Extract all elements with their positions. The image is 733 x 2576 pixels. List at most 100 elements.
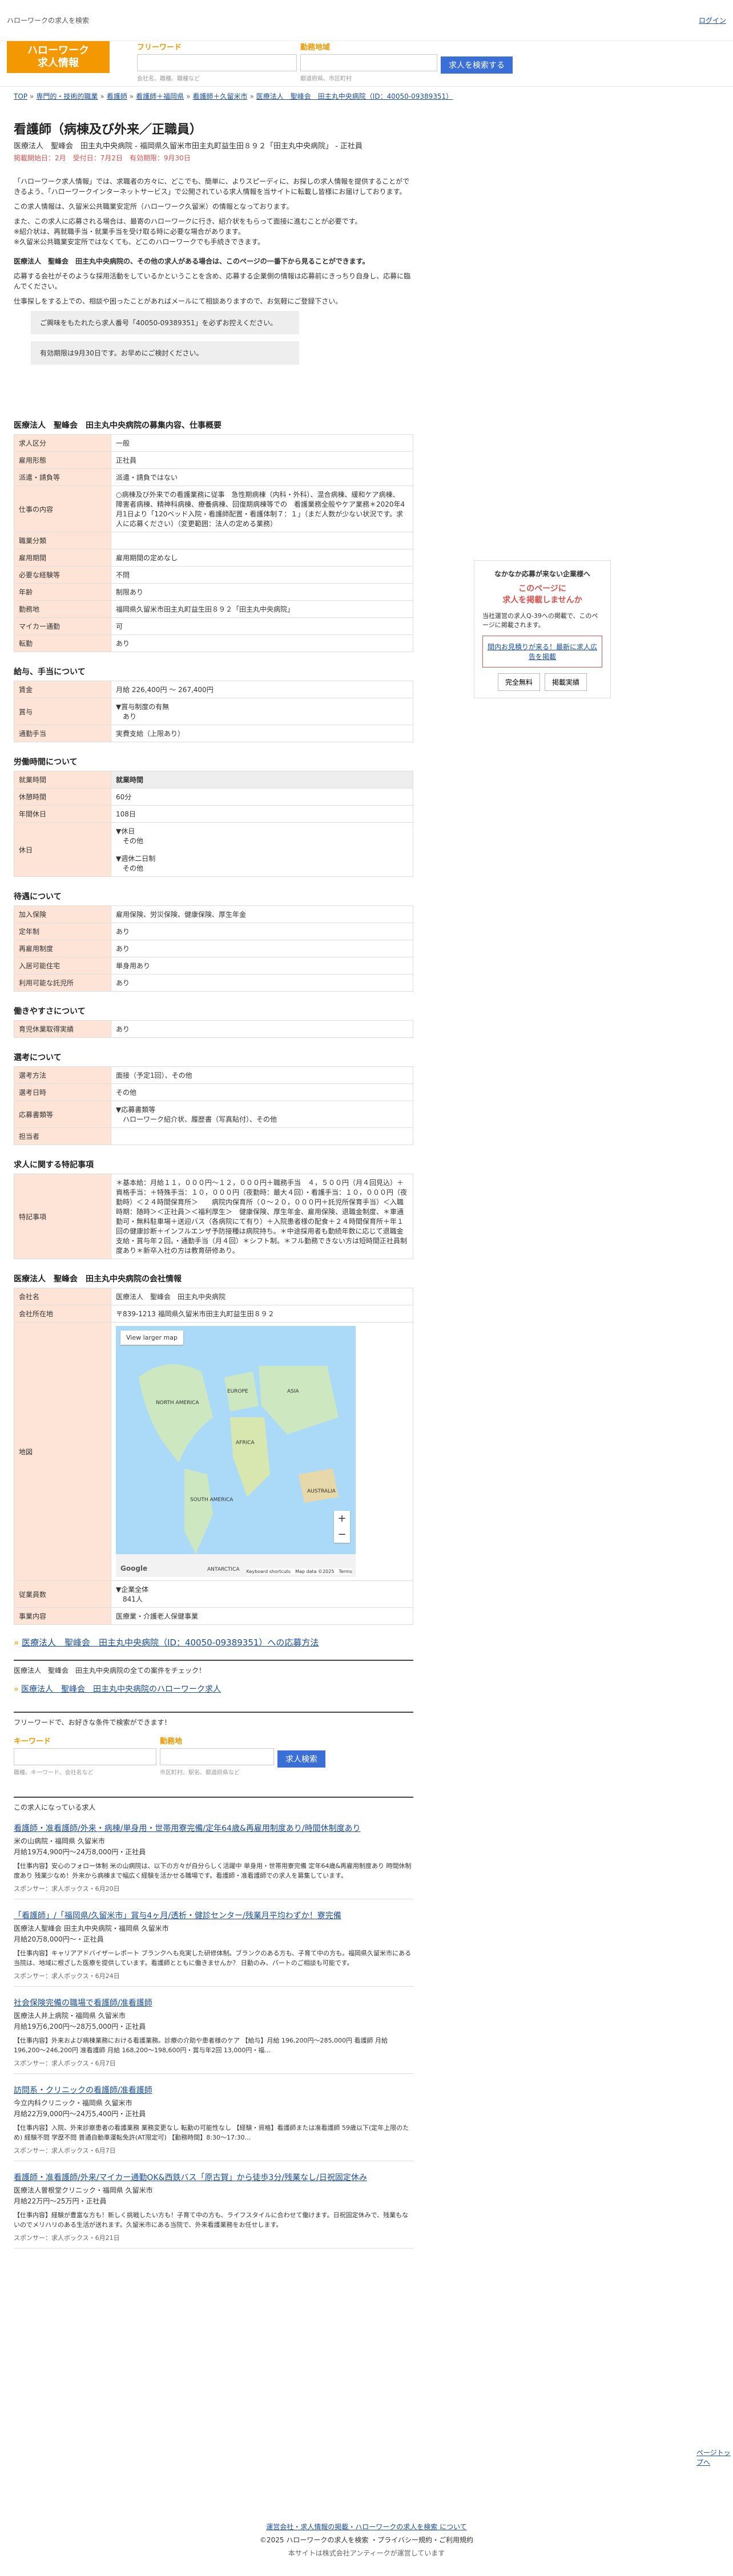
table-row: 仕事の内容 ○病棟及び外来での看護業務に従事 急性期病棟（内科・外科）、混合病棟、…	[14, 486, 413, 532]
table-row: 応募書類等 ▼応募書類等 ハローワーク紹介状、履歴書（写真貼付）、その他	[14, 1101, 413, 1128]
job-title: 看護師（病棟及び外来／正職員）	[14, 123, 203, 137]
table-row: 休憩時間 60分	[14, 788, 413, 806]
table-row: 年間休日 108日	[14, 805, 413, 823]
row-label: 入居可能住宅	[14, 957, 111, 974]
table-select: 選考方法 面接（予定1回）、その他 選考日時 その他 応募書類等 ▼応募書類等 ハローワー…	[14, 1066, 413, 1145]
map[interactable]: View larger map NORTH AMERICA EUROPE ASIA AF…	[116, 1326, 356, 1577]
section-select-title: 選考について	[14, 1053, 62, 1062]
row-value: 単身用あり	[111, 957, 413, 974]
location-hint: 都道府県、市区町村	[300, 76, 352, 82]
row-value: あり	[111, 940, 413, 957]
login-link[interactable]: ログイン	[699, 15, 726, 25]
search2-location-hint: 市区町村、駅名、都道府県など	[160, 1770, 240, 1776]
row-label: 特記事項	[14, 1174, 111, 1259]
related-job-item: 訪問系・クリニックの看護師/准看護師 今立内科クリニック・福岡県 久留米市 月給22…	[14, 2084, 413, 2161]
row-value: あり	[111, 923, 413, 940]
table-row: 求人区分 一般	[14, 434, 413, 452]
breadcrumb-item[interactable]: 看護師＋久留米市	[192, 92, 247, 100]
all-jobs-link[interactable]: 医療法人 聖峰会 田主丸中央病院のハローワーク求人	[21, 1685, 221, 1694]
row-value: 医療法人 聖峰会 田主丸中央病院	[111, 1288, 413, 1305]
keyword-input[interactable]	[137, 54, 297, 71]
zoom-in-icon[interactable]: +	[334, 1511, 350, 1527]
related-job-title[interactable]: 社会保険完備の職場で看護師/准看護師	[14, 1997, 413, 2008]
search2-heading: フリーワードで、お好きな条件で検索ができます！	[14, 1718, 171, 1726]
row-value: 月給 226,400円 〜 267,400円	[111, 681, 413, 698]
row-value: ○病棟及び外来での看護業務に従事 急性期病棟（内科・外科）、混合病棟、緩和ケア病…	[111, 486, 413, 532]
row-label: 休日	[14, 822, 111, 877]
row-value: ▼企業全体 841人	[111, 1580, 413, 1608]
table-hours: 就業時間 就業時間 休憩時間 60分 年間休日 108日 休日 ▼休日 その他 ▼週休二日制 …	[14, 771, 413, 877]
apply-method-link[interactable]: 医療法人 聖峰会 田主丸中央病院（ID：40050-09389351）への応募方…	[22, 1637, 319, 1648]
notice-p6: 医療法人 聖峰会 田主丸中央病院の、その他の求人がある場合は、このページの一番下…	[14, 257, 369, 265]
notice-p8: 仕事探しをする上での、相談や困ったことがあればメールにて相談ありますので、お気軽…	[14, 297, 343, 305]
pagetop-link[interactable]: ページトップへ	[696, 2448, 733, 2467]
related-job-company: 米の山病院・福岡県 久留米市	[14, 1837, 105, 1845]
side-link[interactable]: 間内お見積りが来る！最新に求人広告を掲載	[482, 636, 602, 668]
location-input[interactable]	[300, 54, 437, 71]
row-label: マイカー通勤	[14, 617, 111, 635]
breadcrumb-item[interactable]: 専門的・技術的職業	[36, 92, 98, 100]
search2-location-input[interactable]	[160, 1748, 274, 1765]
table-row: 通勤手当 実費支給（上限あり）	[14, 725, 413, 742]
side-ad: なかなか応募が来ない企業様へ このページに 求人を掲載しませんか 当社運営の求人…	[474, 560, 611, 698]
row-label: 賞与	[14, 698, 111, 725]
header: ハローワーク 求人情報 フリーワード 会社名、職種、職種など 勤務地域 都道府県…	[0, 41, 733, 87]
main-column: 看護師（病棟及び外来／正職員） 医療法人 聖峰会 田主丸中央病院 - 福岡県久留…	[14, 119, 413, 2249]
side-red: このページに 求人を掲載しませんか	[502, 584, 582, 605]
related-job-desc: 【仕事内容】経験が豊富な方も！新しく挑戦したい方も！子育て中の方も、ライフスタイ…	[14, 2211, 409, 2229]
table-row: 再雇用制度 あり	[14, 940, 413, 957]
map-view-larger[interactable]: View larger map	[120, 1331, 183, 1345]
section-easy-title: 働きやすさについて	[14, 1007, 86, 1016]
table-row: 選考日時 その他	[14, 1083, 413, 1101]
table-row: 事業内容 医療業・介護老人保健事業	[14, 1607, 413, 1625]
breadcrumb-sep: »	[129, 92, 134, 100]
related-job-title[interactable]: 看護師・准看護師/外来/マイカー通勤OK&西鉄バス「原古賀」から徒歩3分/残業な…	[14, 2171, 413, 2183]
section-basic-title: 医療法人 聖峰会 田主丸中央病院の募集内容、仕事概要	[14, 421, 221, 430]
related-job-salary: 月給19万4,900円〜24万8,000円・正社員	[14, 1848, 146, 1856]
world-map	[116, 1326, 356, 1577]
share-heading: 医療法人 聖峰会 田主丸中央病院の全ての案件をチェック！	[14, 1667, 206, 1675]
side-btn-free[interactable]: 完全無料	[497, 673, 540, 691]
related-job-title[interactable]: 訪問系・クリニックの看護師/准看護師	[14, 2084, 413, 2096]
breadcrumb-item[interactable]: 医療法人 聖峰会 田主丸中央病院（ID：40050-09389351）	[256, 92, 453, 100]
row-label: 利用可能な託児所	[14, 974, 111, 992]
row-value: 一般	[111, 434, 413, 452]
search-box-bottom: フリーワードで、お好きな条件で検索ができます！ キーワード 職種、キーワード、会…	[14, 1712, 413, 1776]
map-footer: Keyboard shortcuts Map data ©2025 Terms	[246, 1568, 352, 1575]
site-logo[interactable]: ハローワーク 求人情報	[7, 41, 110, 73]
related-job-sponsor: スポンサー：求人ボックス・6月7日	[14, 2060, 116, 2067]
header-search: フリーワード 会社名、職種、職種など 勤務地域 都道府県、市区町村 求人を検索す…	[137, 41, 513, 82]
page: TOP» 専門的・技術的職業» 看護師» 看護師＋福岡県» 看護師＋久留米市» 医療法人 …	[0, 87, 733, 2249]
row-label: 年間休日	[14, 805, 111, 823]
job-dates: 掲載開始日：2月 受付日：7月2日 有効期限：9月30日	[14, 154, 191, 162]
zoom-out-icon[interactable]: −	[334, 1527, 350, 1543]
table-row: 賃金 月給 226,400円 〜 267,400円	[14, 681, 413, 698]
logo-line2: 求人情報	[38, 57, 79, 69]
notice-p1: 「ハローワーク求人情報」では、求職者の方々に、どこでも、簡単に、よりスピーディに…	[14, 177, 410, 196]
row-label: 会社所在地	[14, 1305, 111, 1323]
breadcrumb-item[interactable]: 看護師＋福岡県	[136, 92, 184, 100]
footer-links[interactable]: 運営会社・求人情報の掲載・ハローワークの求人を検索 について	[266, 2523, 466, 2531]
related-job-item: 社会保険完備の職場で看護師/准看護師 医療法人井上病院・福岡県 久留米市 月給19万…	[14, 1997, 413, 2074]
notice-box-deadline: 有効期限は9月30日です。お早めにご検討ください。	[31, 341, 299, 365]
search2-keyword-input[interactable]	[14, 1748, 156, 1765]
row-value: 〒839-1213 福岡県久留米市田主丸町益生田８９２	[111, 1305, 413, 1323]
table-row: 雇用形態 正社員	[14, 451, 413, 469]
table-row: 利用可能な託児所 あり	[14, 974, 413, 992]
section-benefit-title: 待遇について	[14, 892, 62, 901]
breadcrumb-sep: »	[186, 92, 191, 100]
related-job-title[interactable]: 「看護師」/「福岡県/久留米市」賞与4ヶ月/透析・健診センター/残業月平均わずか…	[14, 1910, 413, 1921]
table-pay: 賃金 月給 226,400円 〜 267,400円 賞与 ▼賞与制度の有無 あり 通勤手…	[14, 681, 413, 742]
related-job-item: 看護師・准看護師/外来/マイカー通勤OK&西鉄バス「原古賀」から徒歩3分/残業な…	[14, 2171, 413, 2249]
breadcrumb-item[interactable]: 看護師	[107, 92, 127, 100]
notice-p5: ※久留米公共職業安定所ではなくても、どこのハローワークでも手続きできます。	[14, 238, 265, 246]
row-value: View larger map NORTH AMERICA EUROPE ASIA AF…	[111, 1322, 413, 1581]
side-btn-results[interactable]: 掲載実績	[545, 673, 587, 691]
search-button[interactable]: 求人を検索する	[441, 56, 513, 74]
breadcrumb-item[interactable]: TOP	[14, 92, 27, 100]
row-label: 担当者	[14, 1127, 111, 1145]
related-job-title[interactable]: 看護師・准看護師/外来・病棟/単身用・世帯用寮完備/定年64歳&再雇用制度あり/…	[14, 1822, 413, 1834]
related-list: 看護師・准看護師/外来・病棟/単身用・世帯用寮完備/定年64歳&再雇用制度あり/…	[14, 1822, 413, 2249]
row-label: 定年制	[14, 923, 111, 940]
search2-button[interactable]: 求人検索	[277, 1750, 325, 1768]
